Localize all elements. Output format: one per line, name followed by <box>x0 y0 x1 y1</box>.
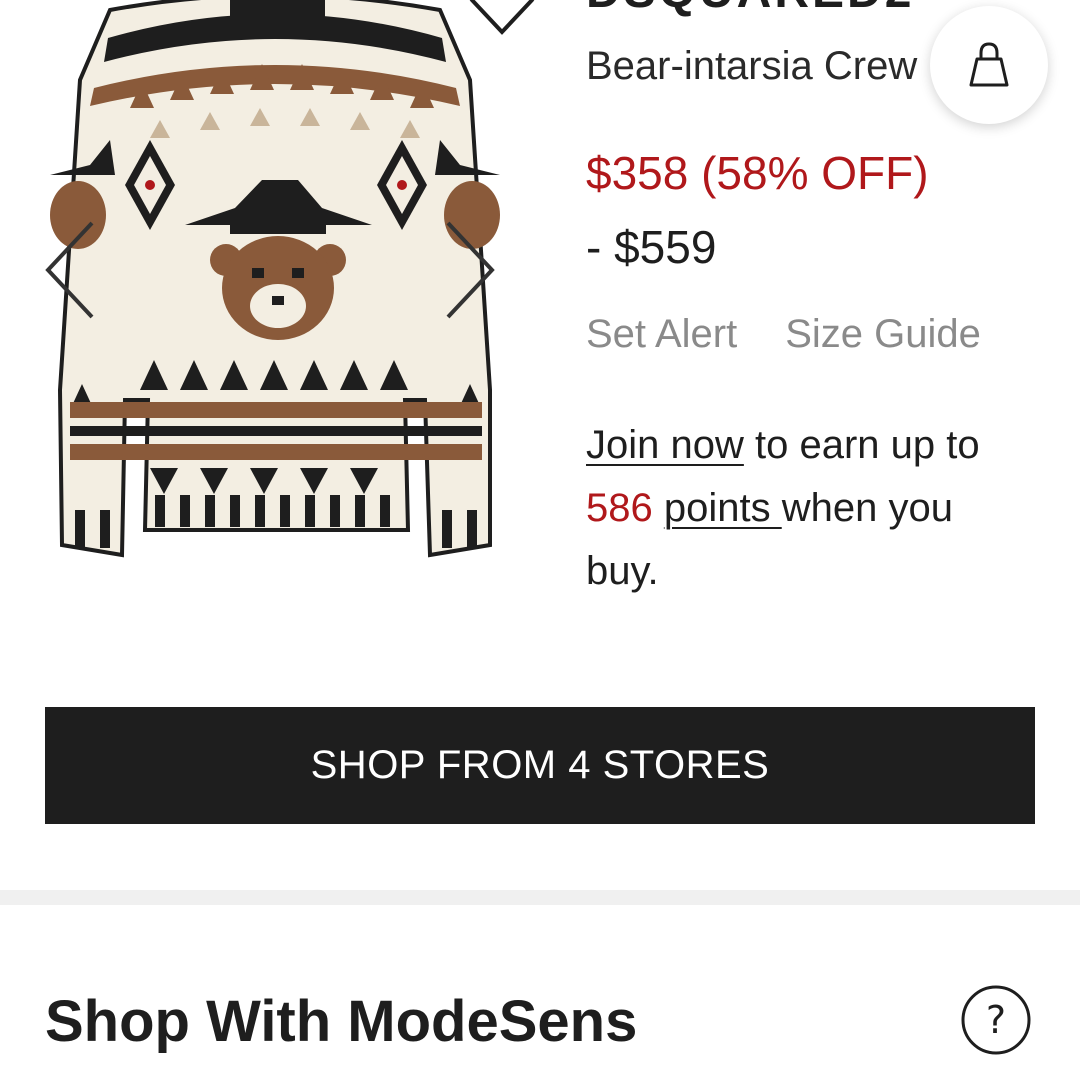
points-link[interactable]: points <box>664 486 782 530</box>
shop-stores-button[interactable]: SHOP FROM 4 STORES <box>45 707 1035 824</box>
size-guide-link[interactable]: Size Guide <box>785 312 981 356</box>
join-now-link[interactable]: Join now <box>586 423 744 467</box>
chevron-right-icon <box>446 221 495 319</box>
product-actions: Set Alert Size Guide <box>586 312 981 357</box>
wishlist-button[interactable] <box>466 0 538 36</box>
shopping-bag-button[interactable] <box>930 6 1048 124</box>
original-price: - $559 <box>586 221 717 273</box>
carousel-next-button[interactable] <box>440 215 500 325</box>
points-promo: Join now to earn up to 586 points when y… <box>586 414 1026 603</box>
brand-name[interactable]: DSQUARED2 <box>586 0 914 19</box>
help-button[interactable]: ? <box>960 984 1032 1056</box>
points-text-1: to earn up to <box>743 423 980 467</box>
points-amount: 586 <box>586 486 653 530</box>
sale-price: $358 (58% OFF) <box>586 147 929 199</box>
points-text-2 <box>653 486 664 530</box>
chevron-left-icon <box>45 221 94 319</box>
set-alert-link[interactable]: Set Alert <box>586 312 737 356</box>
product-page: DSQUARED2 Bear-intarsia Crew $358 (58% O… <box>0 0 1080 1080</box>
product-title: Bear-intarsia Crew <box>586 44 918 88</box>
carousel-prev-button[interactable] <box>40 215 100 325</box>
heart-icon <box>469 0 535 35</box>
section-title: Shop With ModeSens <box>45 989 638 1054</box>
question-mark-icon: ? <box>961 985 1031 1055</box>
section-divider <box>0 890 1080 905</box>
svg-text:?: ? <box>986 998 1006 1042</box>
shopping-bag-icon <box>969 42 1009 87</box>
